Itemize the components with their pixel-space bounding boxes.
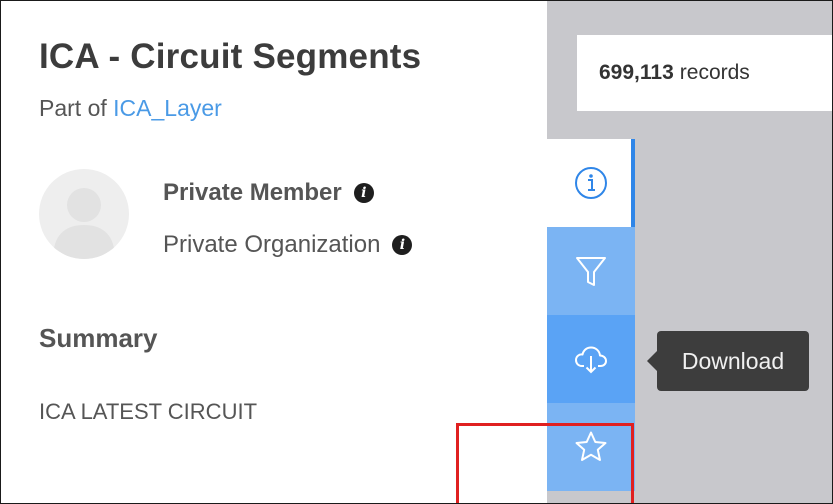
active-tab-indicator	[631, 139, 635, 227]
item-details-panel: ICA - Circuit Segments Part of ICA_Layer…	[1, 1, 547, 503]
info-circle-icon	[575, 167, 607, 199]
parent-layer-link[interactable]: ICA_Layer	[113, 95, 222, 121]
summary-text: ICA LATEST CIRCUIT	[39, 399, 258, 424]
download-tooltip: Download	[647, 331, 809, 391]
records-label: records	[679, 61, 750, 84]
part-of-prefix: Part of	[39, 95, 107, 121]
info-tool-button[interactable]	[547, 139, 635, 227]
owner-organization: Private Organization i	[163, 231, 413, 259]
owner-member: Private Member i	[163, 179, 374, 207]
filter-icon	[576, 257, 606, 286]
records-count-card: 699,113 records	[577, 35, 832, 111]
avatar	[39, 169, 129, 259]
info-icon[interactable]: i	[392, 235, 413, 255]
organization-name: Private Organization	[163, 231, 381, 258]
favorite-tool-button[interactable]	[547, 403, 635, 491]
summary-heading: Summary	[39, 323, 158, 353]
app-frame: ICA - Circuit Segments Part of ICA_Layer…	[0, 0, 833, 504]
records-count: 699,113	[599, 61, 674, 84]
part-of-line: Part of ICA_Layer	[39, 95, 222, 122]
side-toolbar	[547, 139, 639, 491]
filter-tool-button[interactable]	[547, 227, 635, 315]
info-icon[interactable]: i	[353, 183, 374, 203]
download-tool-button[interactable]	[547, 315, 635, 403]
member-name: Private Member	[163, 179, 342, 206]
star-icon	[575, 431, 607, 461]
page-title: ICA - Circuit Segments	[39, 37, 422, 76]
cloud-download-icon	[575, 346, 607, 374]
user-silhouette-icon	[53, 188, 115, 259]
